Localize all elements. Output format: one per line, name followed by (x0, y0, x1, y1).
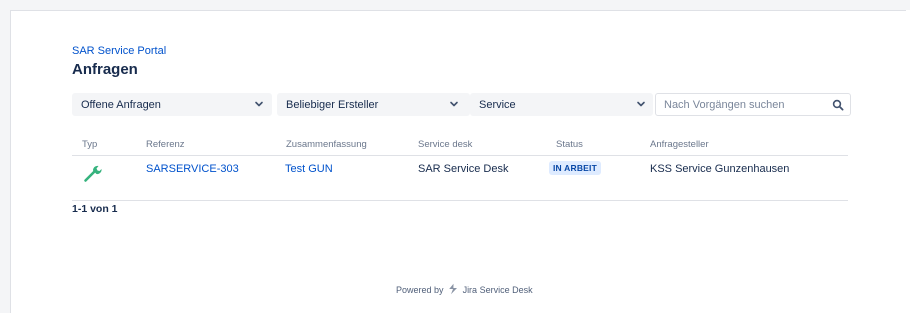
powered-by-text: Powered by (396, 285, 444, 295)
status-filter-select[interactable]: Offene Anfragen (72, 93, 272, 116)
scrollbar[interactable] (906, 10, 910, 313)
table-header-divider (72, 155, 848, 156)
chevron-down-icon (637, 101, 645, 107)
column-header-reference[interactable]: Referenz (146, 139, 185, 150)
column-header-status[interactable]: Status (556, 139, 583, 150)
service-filter-select[interactable]: Service (470, 93, 653, 116)
creator-filter-label: Beliebiger Ersteller (286, 99, 379, 111)
footer: Powered by Jira Service Desk (396, 283, 533, 295)
status-badge: IN ARBEIT (549, 161, 601, 175)
request-reference-link[interactable]: SARSERVICE-303 (146, 163, 239, 175)
jira-service-desk-logo-icon (449, 283, 458, 295)
table-row-divider (72, 200, 848, 201)
issue-search (655, 93, 851, 116)
status-filter-label: Offene Anfragen (81, 99, 161, 111)
jira-service-desk-link[interactable]: Jira Service Desk (463, 285, 533, 295)
search-icon[interactable] (832, 99, 844, 111)
column-header-summary[interactable]: Zusammenfassung (286, 139, 367, 150)
column-header-requester[interactable]: Anfragesteller (650, 139, 709, 150)
chevron-down-icon (255, 101, 263, 107)
breadcrumb-portal-link[interactable]: SAR Service Portal (72, 45, 166, 57)
pagination-count: 1-1 von 1 (72, 203, 118, 215)
requester-value: KSS Service Gunzenhausen (650, 163, 790, 175)
chevron-down-icon (450, 101, 458, 107)
page-title: Anfragen (72, 61, 138, 78)
service-desk-value: SAR Service Desk (418, 163, 509, 175)
search-input[interactable] (664, 97, 824, 113)
column-header-type: Typ (82, 139, 98, 150)
creator-filter-select[interactable]: Beliebiger Ersteller (277, 93, 470, 116)
request-summary-link[interactable]: Test GUN (285, 163, 333, 175)
wrench-icon (84, 165, 102, 182)
column-header-service-desk[interactable]: Service desk (418, 139, 472, 150)
service-filter-label: Service (479, 99, 516, 111)
